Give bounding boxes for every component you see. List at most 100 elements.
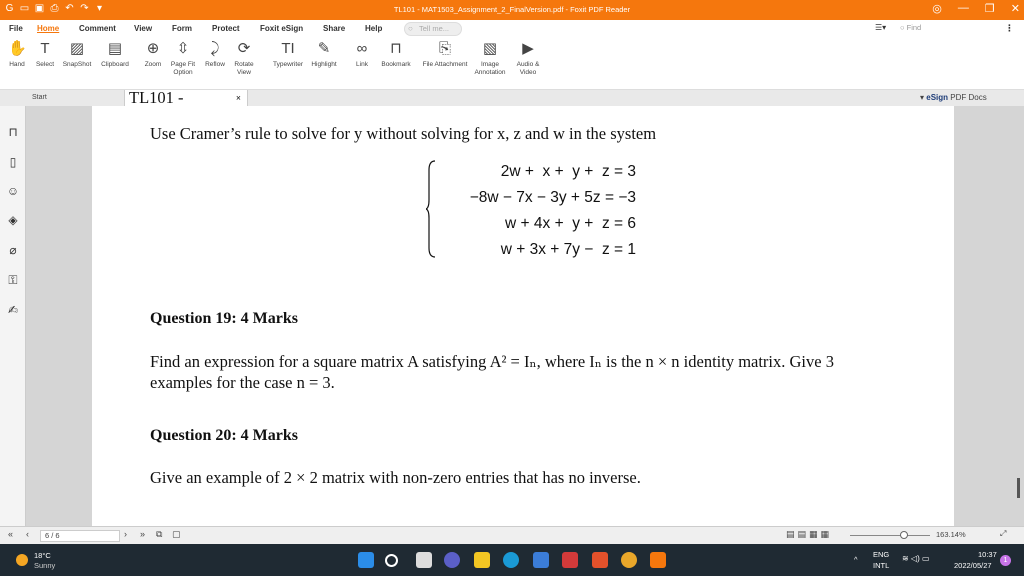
file-explorer-icon[interactable]	[474, 552, 490, 568]
page-fit-label: Page Fit Option	[170, 61, 196, 76]
equation-row: −8w − 7x − 3y + 5z = −3	[469, 189, 636, 206]
zoom-button[interactable]: ⊕ Zoom	[136, 40, 170, 69]
hand-icon: ✋	[8, 40, 27, 57]
equation-row: w + 4x + y + z = 6	[496, 215, 636, 232]
search-icon[interactable]	[385, 554, 398, 567]
page-number-input[interactable]: 6 / 6	[40, 530, 120, 542]
task-view-icon[interactable]	[416, 552, 432, 568]
language-intl[interactable]: INTL	[873, 561, 889, 570]
menu-protect[interactable]: Protect	[212, 24, 240, 33]
chrome-icon[interactable]	[621, 552, 637, 568]
link-button[interactable]: ∞ Link	[345, 40, 379, 69]
vertical-scrollbar[interactable]	[1014, 106, 1024, 526]
find-placeholder: Find	[906, 23, 922, 32]
chat-icon[interactable]	[444, 552, 460, 568]
first-page-icon[interactable]: «	[8, 529, 13, 539]
store-icon[interactable]	[533, 552, 549, 568]
snapshot-button[interactable]: ▨ SnapShot	[60, 40, 94, 69]
next-page-icon[interactable]: ›	[124, 529, 127, 539]
menu-share[interactable]: Share	[323, 24, 345, 33]
menu-view[interactable]: View	[134, 24, 152, 33]
fit-page-icon[interactable]: ▢	[172, 529, 181, 540]
minimize-button[interactable]: —	[958, 2, 969, 15]
security-panel-icon[interactable]: ⚿	[5, 272, 21, 288]
typewriter-button[interactable]: TI Typewriter	[268, 40, 308, 69]
comments-panel-icon[interactable]: ☺	[5, 183, 21, 199]
snapshot-icon: ▨	[69, 40, 85, 57]
find-input[interactable]: ○ Find	[900, 23, 990, 35]
zoom-slider[interactable]	[850, 531, 930, 539]
reflow-label: Reflow	[205, 61, 225, 68]
clock-date[interactable]: 2022/05/27	[954, 561, 992, 570]
ribbon-display-icon[interactable]: ☰▾	[875, 23, 886, 32]
scrollbar-thumb[interactable]	[1017, 478, 1020, 498]
equation-system: 2w + x + y + z = 3 −8w − 7x − 3y + 5z = …	[426, 160, 636, 260]
fullscreen-icon[interactable]: ⤢	[1000, 529, 1006, 539]
question-intro: Use Cramer’s rule to solve for y without…	[150, 124, 657, 143]
window-title: TL101 - MAT1503_Assignment_2_FinalVersio…	[393, 5, 631, 14]
menu-file[interactable]: File	[9, 24, 23, 33]
restore-button[interactable]: ❐	[985, 2, 995, 15]
rotate-view-button[interactable]: ⟳ Rotate View	[227, 40, 261, 77]
page-fit-button[interactable]: ⇳ Page Fit Option	[166, 40, 200, 77]
last-page-icon[interactable]: »	[140, 529, 145, 539]
clipboard-button[interactable]: ▤ Clipboard	[98, 40, 132, 69]
file-attachment-button[interactable]: ⎘ File Attachment	[421, 40, 469, 69]
view-mode-icons[interactable]: ▤▤▦▦	[786, 529, 832, 540]
more-options-icon[interactable]: ⋮	[1005, 23, 1014, 34]
esign-text: PDF Docs	[950, 93, 987, 102]
pdf-page: Use Cramer’s rule to solve for y without…	[92, 106, 954, 526]
mcafee-icon[interactable]	[562, 552, 578, 568]
tab-document[interactable]: TL101 - MAT1503_Assig... ×	[124, 89, 255, 122]
audio-video-button[interactable]: ▶ Audio & Video	[510, 40, 546, 77]
copy-icon[interactable]: ⧉	[156, 529, 162, 540]
select-text-button[interactable]: T Select	[28, 40, 62, 69]
menu-foxit-esign[interactable]: Foxit eSign	[260, 24, 303, 33]
menu-help[interactable]: Help	[365, 24, 382, 33]
menu-home[interactable]: Home	[37, 24, 59, 33]
highlight-button[interactable]: ✎ Highlight	[307, 40, 341, 69]
network-volume-battery-icons[interactable]: ≋ ◁) ▭	[902, 554, 930, 563]
tab-start[interactable]: Start	[28, 90, 47, 106]
bookmark-panel-icon[interactable]: ⊓	[5, 124, 21, 140]
left-navigation-panel: ⊓ ▯ ☺ ◈ ⌀ ⚿ ✍	[0, 106, 26, 526]
audio-video-icon: ▶	[522, 40, 534, 57]
temperature: 18°C	[34, 551, 51, 560]
start-icon[interactable]	[358, 552, 374, 568]
page-indicator: 6 / 6	[45, 531, 60, 540]
esign-banner[interactable]: ▾ eSign PDF Docs	[920, 90, 1016, 106]
link-label: Link	[356, 61, 368, 68]
close-tab-icon[interactable]: ×	[236, 90, 241, 106]
dropdown-icon: ▾	[920, 93, 925, 102]
pages-panel-icon[interactable]: ▯	[5, 154, 21, 170]
previous-page-icon[interactable]: ‹	[26, 529, 29, 539]
edge-icon[interactable]	[503, 552, 519, 568]
image-annotation-button[interactable]: ▧ Image Annotation	[467, 40, 513, 77]
attachments-panel-icon[interactable]: ⌀	[5, 242, 21, 258]
select-label: Select	[35, 61, 55, 68]
left-brace	[426, 160, 436, 258]
hand-label: Hand	[9, 61, 25, 68]
typewriter-label: Typewriter	[273, 61, 303, 68]
tell-me-input[interactable]: Tell me...	[404, 22, 462, 36]
equation-row: w + 3x + 7y − z = 1	[492, 241, 636, 258]
notification-badge[interactable]: 1	[1000, 555, 1011, 566]
close-button[interactable]: ✕	[1011, 2, 1020, 15]
language-eng[interactable]: ENG	[873, 550, 889, 559]
reflow-icon: ⤸	[210, 40, 220, 57]
menu-form[interactable]: Form	[172, 24, 192, 33]
office-icon[interactable]	[592, 552, 608, 568]
foxit-reader-icon[interactable]	[650, 552, 666, 568]
signature-panel-icon[interactable]: ✍	[5, 302, 21, 318]
layers-panel-icon[interactable]: ◈	[5, 212, 21, 228]
highlight-icon: ✎	[317, 40, 331, 57]
menu-comment[interactable]: Comment	[79, 24, 116, 33]
bookmark-button[interactable]: ⊓ Bookmark	[379, 40, 413, 69]
zoom-slider-knob[interactable]	[900, 531, 908, 539]
zoom-icon: ⊕	[146, 40, 160, 57]
highlight-label: Highlight	[311, 61, 337, 68]
clock-time[interactable]: 10:37	[978, 550, 997, 559]
show-hidden-icons[interactable]: ^	[854, 555, 858, 564]
account-icon[interactable]: ◎	[932, 2, 942, 15]
zoom-level[interactable]: 163.14%	[936, 530, 966, 539]
